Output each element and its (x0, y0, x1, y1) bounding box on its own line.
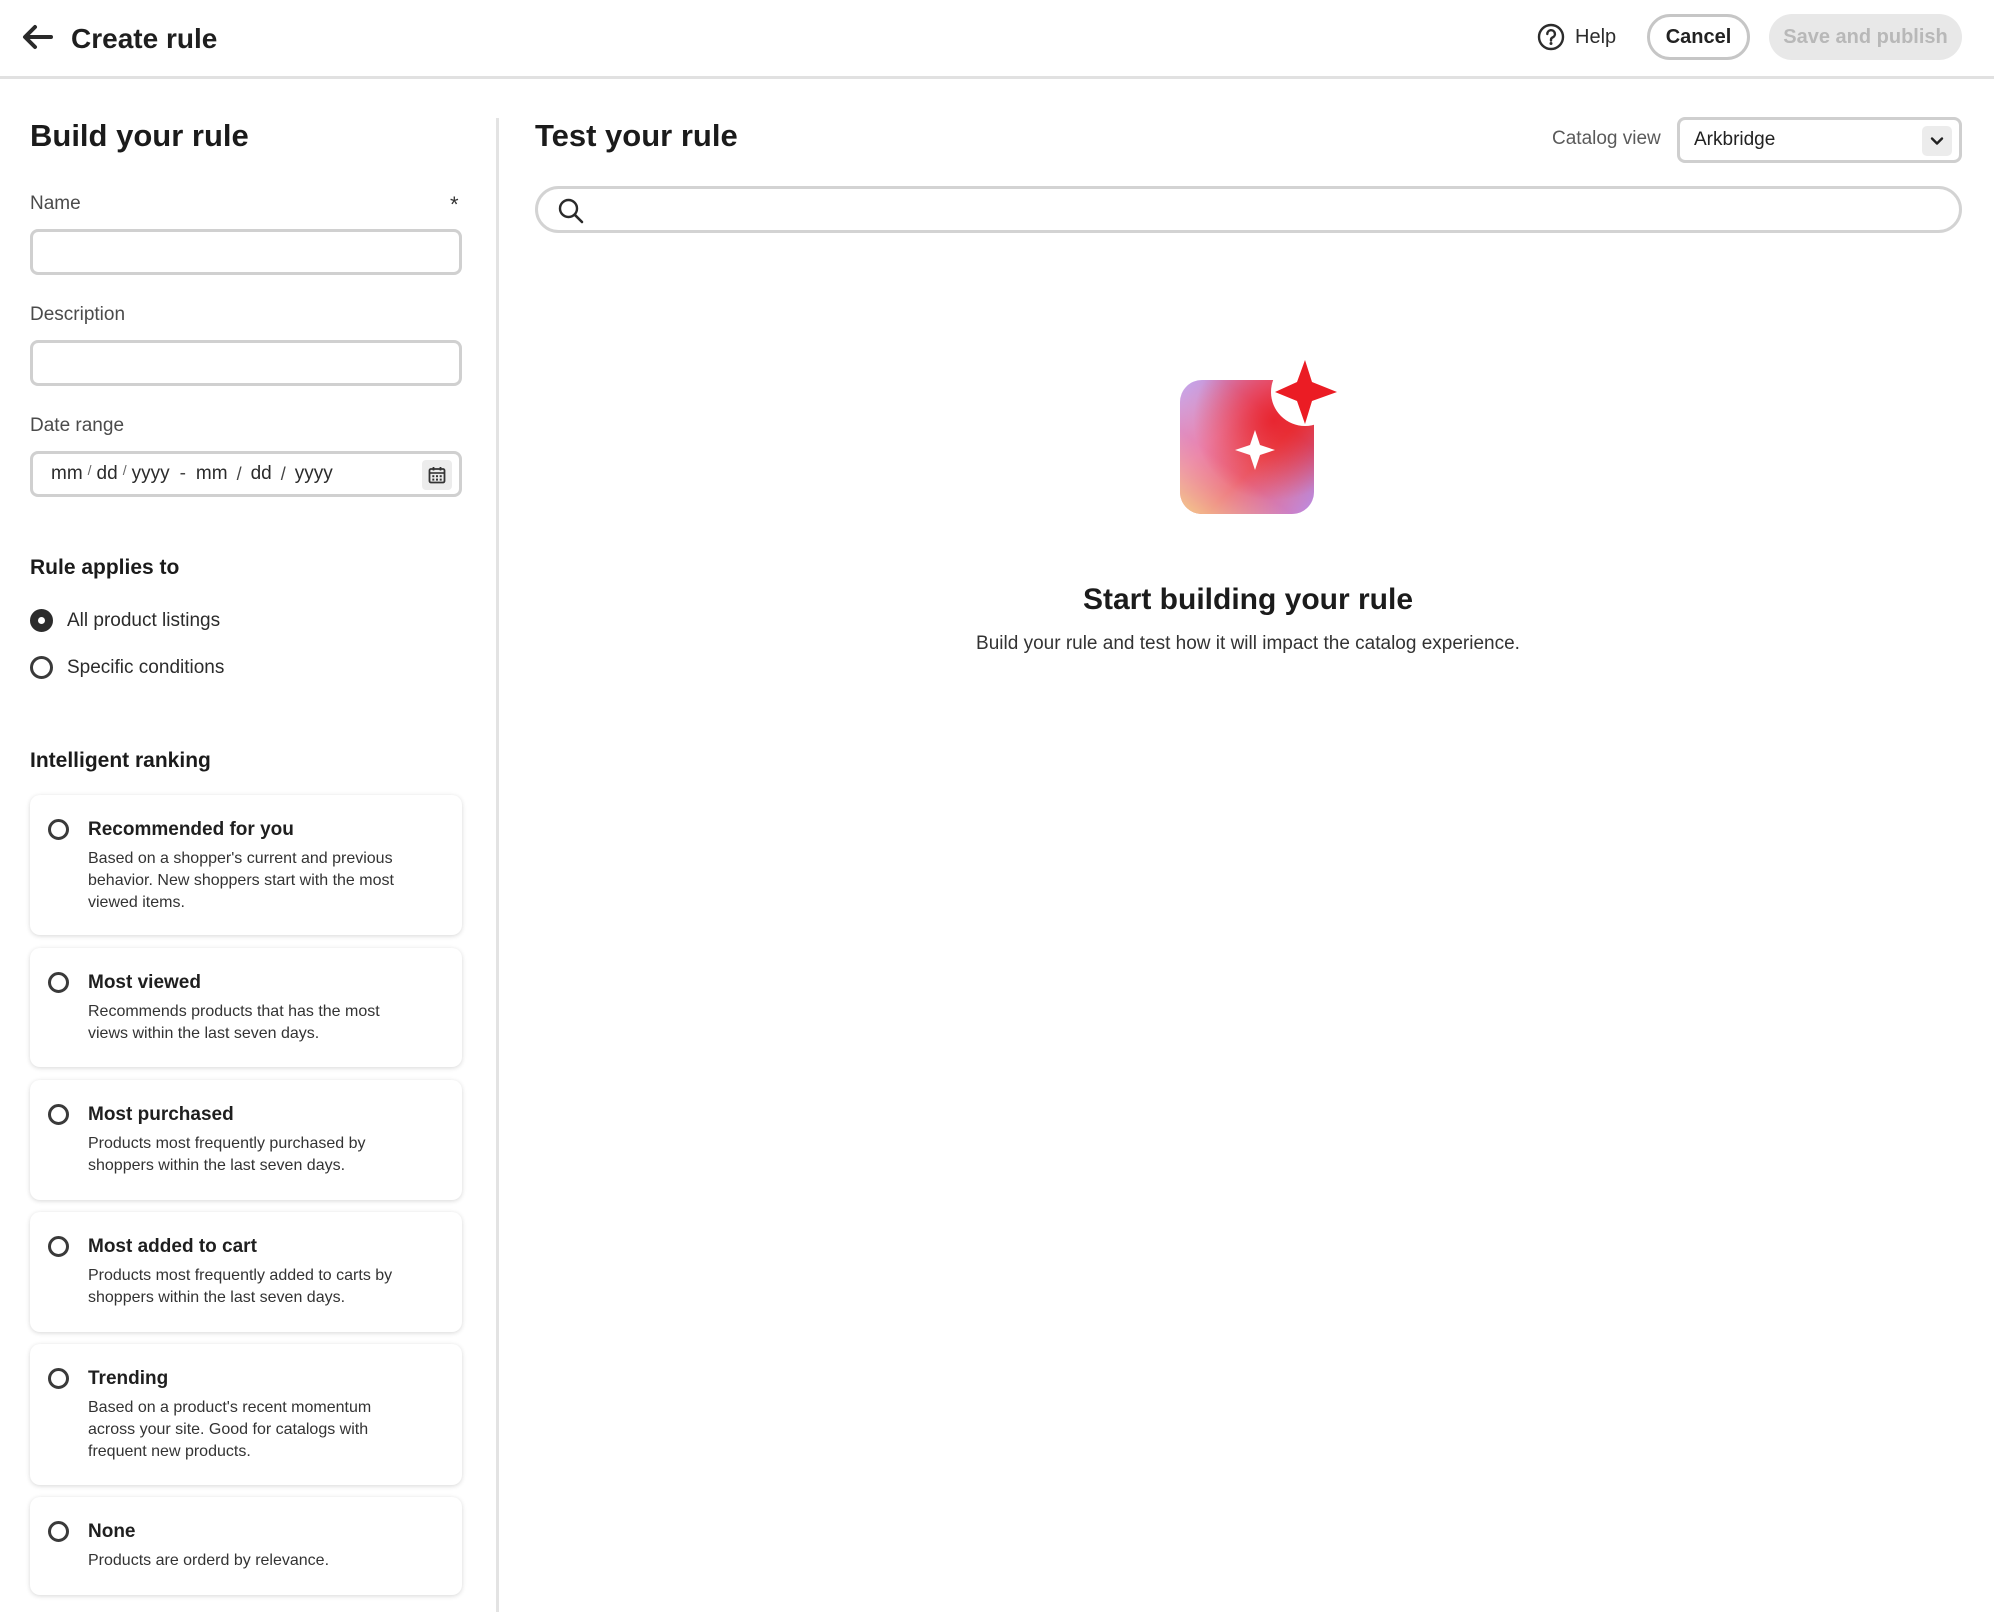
end-day-segment[interactable]: dd (251, 463, 272, 485)
chevron-down-icon (1930, 137, 1944, 145)
cancel-button[interactable]: Cancel (1647, 14, 1750, 60)
sparkle-illustration (1180, 358, 1339, 514)
radio-unselected[interactable] (30, 656, 53, 679)
applies-option-all-products[interactable]: All product listings (30, 609, 220, 632)
date-separator: / (87, 462, 92, 478)
start-day-segment[interactable]: dd (97, 463, 118, 485)
top-header: Create rule Help Cancel Save and publish (0, 0, 1994, 79)
help-link[interactable]: Help (1537, 20, 1616, 54)
radio-unselected[interactable] (48, 819, 69, 840)
description-input[interactable] (30, 340, 462, 386)
ranking-card-description: Products are orderd by relevance. (88, 1552, 330, 1569)
description-label: Description (30, 304, 126, 325)
test-search-input[interactable] (596, 189, 1936, 230)
ranking-card-trending[interactable]: Trending Based on a product's recent mom… (30, 1344, 462, 1485)
ranking-card-title: None (88, 1521, 136, 1542)
end-year-segment[interactable]: yyyy (295, 463, 333, 485)
page-title: Create rule (71, 23, 218, 54)
ranking-card-most-purchased[interactable]: Most purchased Products most frequently … (30, 1080, 462, 1200)
start-month-segment[interactable]: mm (51, 463, 83, 485)
ranking-card-title: Trending (88, 1368, 169, 1389)
catalog-view-label: Catalog view (1552, 128, 1661, 149)
save-and-publish-button[interactable]: Save and publish (1769, 14, 1962, 60)
calendar-button[interactable] (422, 460, 452, 490)
radio-unselected[interactable] (48, 1521, 69, 1542)
name-input[interactable] (30, 229, 462, 275)
test-rule-title: Test your rule (535, 118, 738, 153)
start-year-segment[interactable]: yyyy (132, 463, 170, 485)
catalog-view-value: Arkbridge (1694, 129, 1776, 150)
ranking-card-recommended[interactable]: Recommended for you Based on a shopper's… (30, 795, 462, 935)
help-icon (1537, 23, 1565, 51)
test-search-box[interactable] (535, 186, 1962, 233)
ranking-card-description: Based on a product's recent momentum acr… (88, 1399, 372, 1460)
ranking-card-description: Products most frequently purchased by sh… (88, 1135, 366, 1174)
date-separator: / (236, 463, 242, 484)
radio-unselected[interactable] (48, 1104, 69, 1125)
empty-state-title: Start building your rule (1082, 583, 1413, 616)
help-label: Help (1575, 25, 1617, 48)
applies-option-label: All product listings (67, 609, 221, 631)
radio-unselected[interactable] (48, 1236, 69, 1257)
intelligent-ranking-title: Intelligent ranking (30, 749, 211, 772)
calendar-icon (428, 467, 446, 484)
panel-divider (496, 118, 499, 1612)
build-rule-panel: Build your rule Name * Description Date … (0, 82, 497, 1612)
ranking-card-description: Based on a shopper's current and previou… (88, 850, 394, 911)
date-separator: / (280, 463, 286, 484)
ranking-card-title: Most viewed (88, 972, 201, 993)
date-range-label: Date range (30, 415, 125, 436)
end-month-segment[interactable]: mm (196, 463, 228, 485)
required-indicator: * (450, 192, 459, 217)
catalog-dropdown-button[interactable] (1922, 126, 1952, 156)
radio-unselected[interactable] (48, 972, 69, 993)
empty-state-description: Build your rule and test how it will imp… (976, 633, 1520, 654)
ranking-card-description: Recommends products that has the most vi… (88, 1003, 380, 1042)
ranking-card-description: Products most frequently added to carts … (88, 1267, 393, 1306)
date-range-field[interactable]: mm / dd / yyyy - mm / dd / yyyy (30, 451, 462, 497)
date-separator: / (122, 462, 127, 478)
applies-option-specific-conditions[interactable]: Specific conditions (30, 656, 224, 679)
ranking-card-title: Most added to cart (88, 1236, 257, 1257)
name-label: Name (30, 193, 81, 214)
back-arrow-icon[interactable] (20, 22, 54, 52)
search-icon (558, 198, 584, 224)
ranking-card-none[interactable]: None Products are orderd by relevance. (30, 1497, 462, 1595)
ranking-card-title: Recommended for you (88, 819, 294, 840)
rule-applies-title: Rule applies to (30, 556, 180, 579)
ranking-card-most-added-to-cart[interactable]: Most added to cart Products most frequen… (30, 1212, 462, 1332)
ranking-card-title: Most purchased (88, 1104, 234, 1125)
radio-unselected[interactable] (48, 1368, 69, 1389)
applies-option-label: Specific conditions (67, 656, 225, 678)
radio-selected[interactable] (30, 609, 53, 632)
catalog-view-select[interactable]: Arkbridge (1677, 117, 1962, 163)
build-rule-title: Build your rule (30, 118, 249, 153)
date-range-dash: - (179, 463, 186, 484)
ranking-card-most-viewed[interactable]: Most viewed Recommends products that has… (30, 948, 462, 1067)
